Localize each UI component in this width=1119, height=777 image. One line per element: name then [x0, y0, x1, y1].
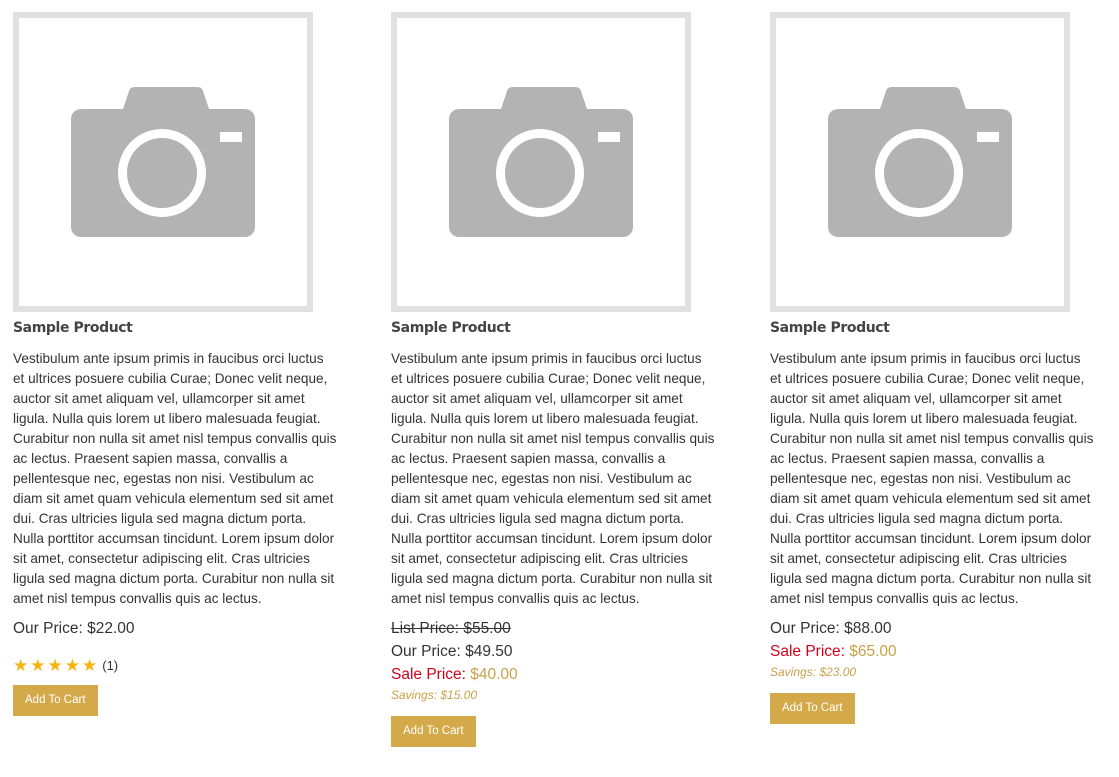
product-card: Sample Product Vestibulum ante ipsum pri… — [13, 12, 343, 716]
sale-price-value: $65.00 — [849, 643, 897, 660]
star-icon: ★ — [82, 656, 98, 675]
add-to-cart-button[interactable]: Add To Cart — [391, 716, 476, 747]
product-title[interactable]: Sample Product — [770, 319, 1100, 337]
star-icon: ★ — [30, 656, 46, 675]
sale-price-label: Sale Price: — [770, 643, 845, 660]
our-price: Our Price: $88.00 — [770, 617, 1100, 640]
sale-price: Sale Price: $40.00 — [391, 663, 721, 686]
camera-icon — [71, 87, 255, 237]
product-image-placeholder[interactable] — [770, 12, 1070, 312]
our-price-label: Our Price: — [770, 620, 840, 637]
add-to-cart-button[interactable]: Add To Cart — [770, 693, 855, 724]
savings-text: Savings: $15.00 — [391, 688, 478, 702]
product-card: Sample Product Vestibulum ante ipsum pri… — [770, 12, 1100, 724]
add-to-cart-button[interactable]: Add To Cart — [13, 685, 98, 716]
camera-icon — [828, 87, 1012, 237]
product-title[interactable]: Sample Product — [391, 319, 721, 337]
rating: ★ ★ ★ ★ ★ (1) — [13, 657, 343, 674]
our-price-value: $49.50 — [465, 643, 513, 660]
star-icon: ★ — [47, 656, 63, 675]
rating-count[interactable]: (1) — [102, 658, 118, 673]
product-image-placeholder[interactable] — [391, 12, 691, 312]
product-image-placeholder[interactable] — [13, 12, 313, 312]
our-price-label: Our Price: — [391, 643, 461, 660]
sale-price-label: Sale Price: — [391, 666, 466, 683]
our-price: Our Price: $22.00 — [13, 617, 343, 640]
star-icon: ★ — [13, 656, 29, 675]
product-title[interactable]: Sample Product — [13, 319, 343, 337]
sale-price: Sale Price: $65.00 — [770, 640, 1100, 663]
product-description: Vestibulum ante ipsum primis in faucibus… — [13, 351, 337, 606]
our-price-label: Our Price: — [13, 620, 83, 637]
product-description: Vestibulum ante ipsum primis in faucibus… — [770, 351, 1094, 606]
sale-price-value: $40.00 — [470, 666, 518, 683]
our-price: Our Price: $49.50 — [391, 640, 721, 663]
product-card: Sample Product Vestibulum ante ipsum pri… — [391, 12, 721, 747]
star-icon: ★ — [64, 656, 80, 675]
our-price-value: $22.00 — [87, 620, 135, 637]
our-price-value: $88.00 — [844, 620, 892, 637]
savings-text: Savings: $23.00 — [770, 665, 857, 679]
list-price: List Price: $55.00 — [391, 620, 511, 637]
product-description: Vestibulum ante ipsum primis in faucibus… — [391, 351, 715, 606]
camera-icon — [449, 87, 633, 237]
